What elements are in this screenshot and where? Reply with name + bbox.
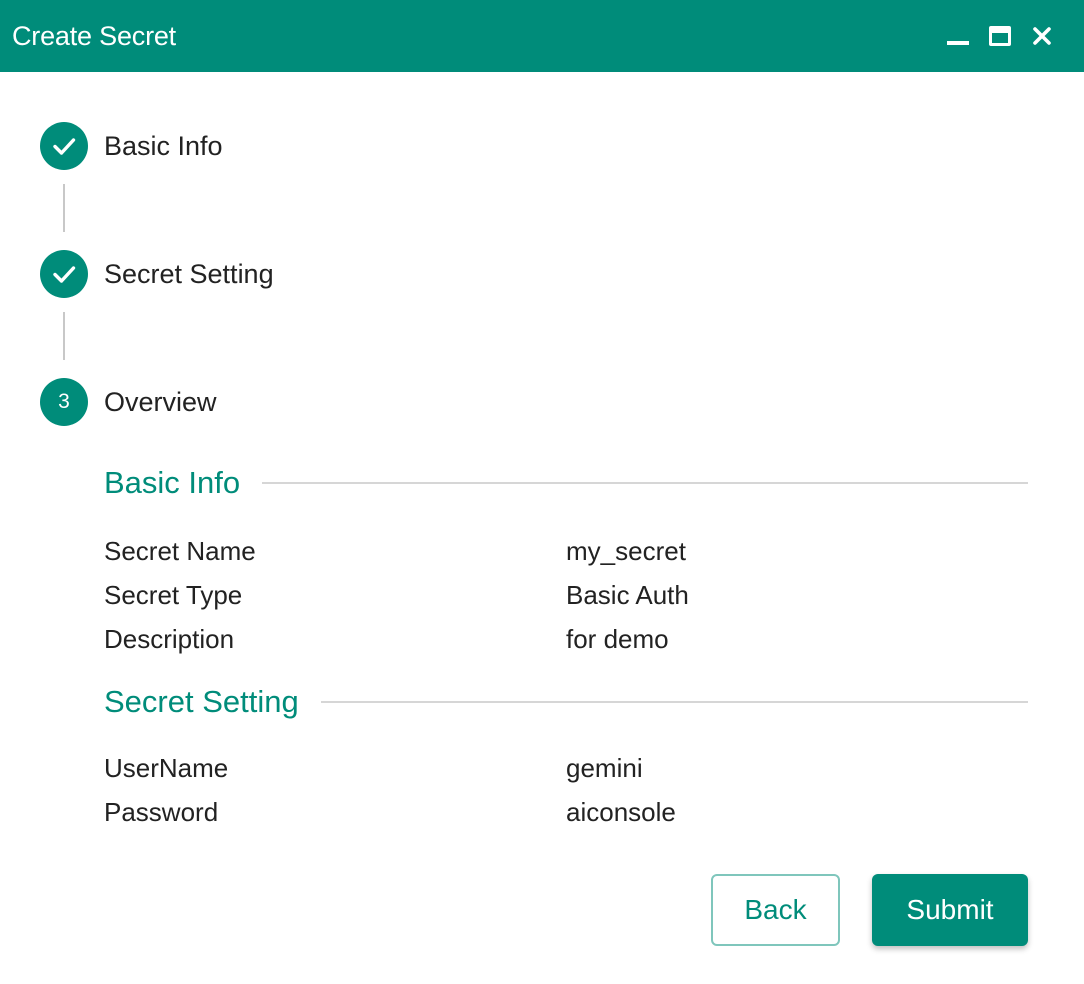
field-label: Description [104,623,235,654]
step-label: Overview [104,386,217,417]
field-value: Basic Auth [566,579,689,610]
field-value: gemini [566,752,643,783]
step-basic-info: Basic Info [40,122,223,170]
step-label: Secret Setting [104,258,274,289]
minimize-icon[interactable] [944,22,972,50]
overview-row-username: UserName gemini [104,746,1028,790]
step-overview: 3 Overview [40,378,217,426]
check-icon [53,266,76,283]
field-label: Password [104,796,219,827]
step-number-badge: 3 [40,378,88,426]
overview-row-password: Password aiconsole [104,790,1028,834]
overview-basic-info-section: Basic Info Secret Name my_secret Secret … [104,463,1028,661]
section-divider [262,482,1028,484]
create-secret-dialog: Create Secret Basic Info Secret Setting [0,0,1084,984]
maximize-icon[interactable] [986,22,1014,50]
overview-row-secret-type: Secret Type Basic Auth [104,573,1028,617]
step-complete-badge [40,122,88,170]
field-value: my_secret [566,535,686,566]
field-label: UserName [104,752,229,783]
field-value: for demo [566,623,669,654]
back-button[interactable]: Back [711,874,840,946]
field-label: Secret Name [104,535,256,566]
overview-row-secret-name: Secret Name my_secret [104,529,1028,573]
step-complete-badge [40,250,88,298]
section-header: Secret Setting [104,682,1028,722]
dialog-title: Create Secret [12,20,176,51]
overview-row-description: Description for demo [104,617,1028,661]
check-icon [53,138,76,155]
section-header: Basic Info [104,463,1028,503]
section-title: Basic Info [104,465,241,500]
close-icon[interactable] [1028,22,1056,50]
field-value: aiconsole [566,796,676,827]
step-connector [63,184,65,232]
step-secret-setting: Secret Setting [40,250,274,298]
section-title: Secret Setting [104,684,299,719]
window-controls [944,22,1056,50]
step-connector [63,312,65,360]
submit-button[interactable]: Submit [872,874,1028,946]
title-bar: Create Secret [0,0,1084,72]
overview-secret-setting-section: Secret Setting UserName gemini Password … [104,682,1028,834]
section-divider [320,701,1028,703]
field-label: Secret Type [104,579,243,610]
step-label: Basic Info [104,130,223,161]
